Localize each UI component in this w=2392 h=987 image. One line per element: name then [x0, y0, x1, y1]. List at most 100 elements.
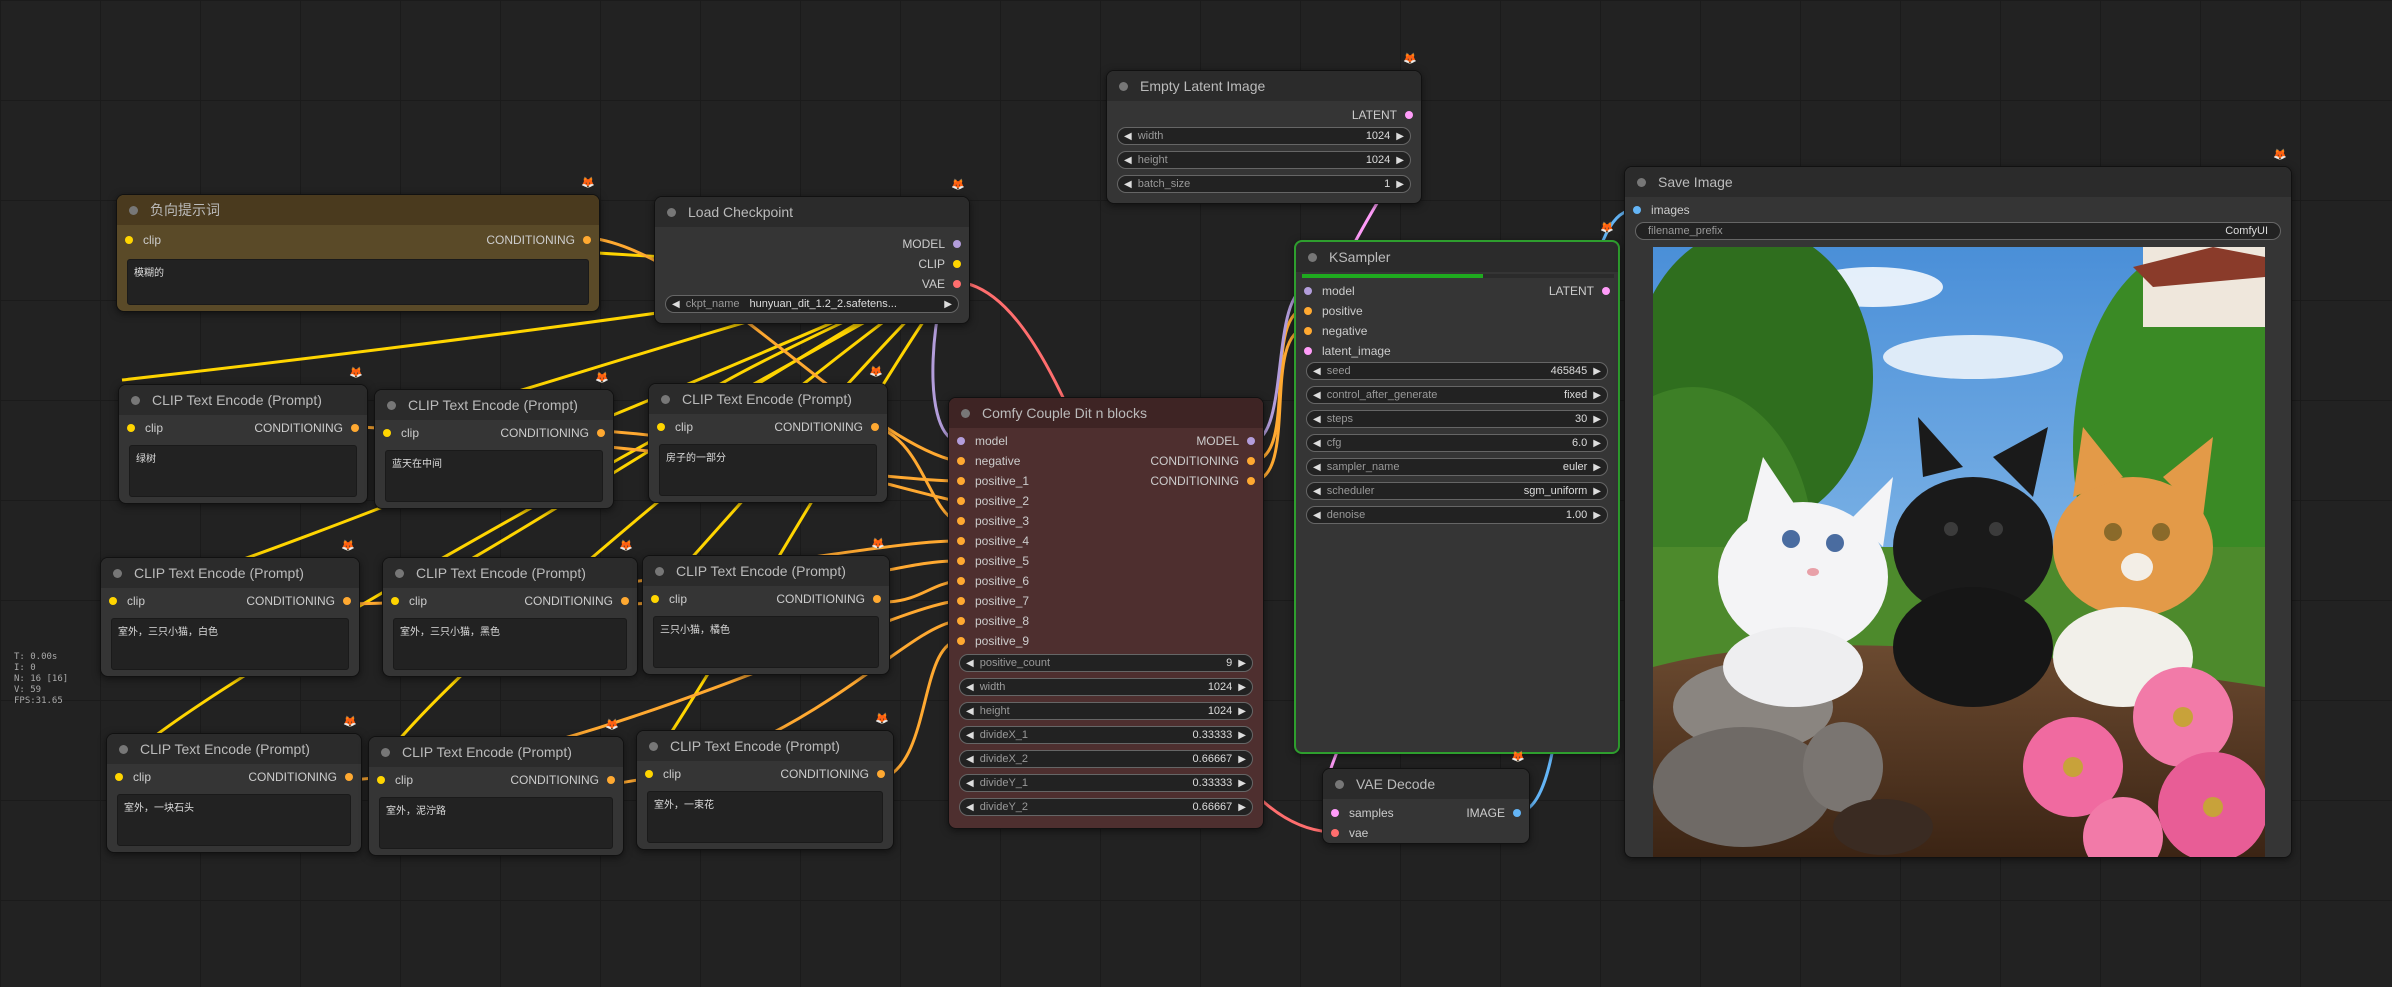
- clip-text-encode-node[interactable]: 🦊 CLIP Text Encode (Prompt) clip CONDITIONI…: [106, 716, 362, 853]
- conditioning-pin-icon[interactable]: [957, 637, 965, 645]
- node-header[interactable]: CLIP Text Encode (Prompt): [119, 385, 367, 415]
- arrow-right-icon[interactable]: ▶: [1238, 778, 1246, 789]
- latent-pin-icon[interactable]: [1602, 287, 1610, 295]
- arrow-left-icon[interactable]: ◀: [966, 730, 974, 741]
- conditioning-pin-icon[interactable]: [957, 557, 965, 565]
- output-model[interactable]: MODEL: [1196, 432, 1255, 450]
- conditioning-pin-icon[interactable]: [871, 423, 879, 431]
- clip-pin-icon[interactable]: [953, 260, 961, 268]
- arrow-right-icon[interactable]: ▶: [1396, 155, 1404, 166]
- collapse-dot-icon[interactable]: [1119, 81, 1128, 91]
- collapse-dot-icon[interactable]: [1637, 177, 1646, 187]
- arrow-left-icon[interactable]: ◀: [1313, 438, 1321, 449]
- save-image-node[interactable]: 🦊 Save Image images filename_prefix Comf…: [1624, 149, 2292, 858]
- arrow-left-icon[interactable]: ◀: [1124, 179, 1132, 190]
- clip-text-encode-node[interactable]: 🦊 CLIP Text Encode (Prompt) clip CONDITIONI…: [100, 540, 360, 677]
- input-positive-4[interactable]: positive_4: [957, 532, 1029, 550]
- input-pin-icon[interactable]: [1304, 327, 1312, 335]
- comfy-couple-node[interactable]: Comfy Couple Dit n blocks model negative p…: [948, 397, 1264, 829]
- input-model[interactable]: model: [957, 432, 1008, 450]
- arrow-left-icon[interactable]: ◀: [966, 682, 974, 693]
- clip-pin-icon[interactable]: [657, 423, 665, 431]
- filename-prefix-widget[interactable]: filename_prefix ComfyUI: [1635, 222, 2281, 240]
- node-header[interactable]: Empty Latent Image: [1107, 71, 1421, 101]
- arrow-right-icon[interactable]: ▶: [1238, 802, 1246, 813]
- output-image-preview[interactable]: [1653, 247, 2265, 857]
- conditioning-pin-icon[interactable]: [957, 517, 965, 525]
- divideX-2-widget[interactable]: ◀ divideX_2 0.66667 ▶: [959, 750, 1253, 768]
- output-conditioning[interactable]: CONDITIONING: [246, 592, 351, 610]
- collapse-dot-icon[interactable]: [129, 205, 138, 215]
- output-image[interactable]: IMAGE: [1466, 804, 1521, 822]
- conditioning-pin-icon[interactable]: [957, 617, 965, 625]
- input-positive[interactable]: positive: [1304, 302, 1363, 320]
- conditioning-pin-icon[interactable]: [957, 537, 965, 545]
- node-header[interactable]: CLIP Text Encode (Prompt): [369, 737, 623, 767]
- input-clip[interactable]: clip: [383, 424, 419, 442]
- input-positive-2[interactable]: positive_2: [957, 492, 1029, 510]
- conditioning-pin-icon[interactable]: [873, 595, 881, 603]
- height-widget[interactable]: ◀ height 1024 ▶: [1117, 151, 1411, 169]
- collapse-dot-icon[interactable]: [655, 566, 664, 576]
- input-negative[interactable]: negative: [1304, 322, 1367, 340]
- arrow-right-icon[interactable]: ▶: [1593, 366, 1601, 377]
- arrow-right-icon[interactable]: ▶: [1396, 131, 1404, 142]
- width-widget[interactable]: ◀ width 1024 ▶: [959, 678, 1253, 696]
- input-clip[interactable]: clip: [109, 592, 145, 610]
- output-conditioning[interactable]: CONDITIONING: [510, 771, 615, 789]
- arrow-left-icon[interactable]: ◀: [1313, 486, 1321, 497]
- node-header[interactable]: CLIP Text Encode (Prompt): [643, 556, 889, 586]
- conditioning-pin-icon[interactable]: [957, 597, 965, 605]
- prompt-textarea[interactable]: 蓝天在中间: [385, 450, 603, 502]
- clip-pin-icon[interactable]: [645, 770, 653, 778]
- arrow-left-icon[interactable]: ◀: [1313, 366, 1321, 377]
- collapse-dot-icon[interactable]: [961, 408, 970, 418]
- node-header[interactable]: VAE Decode: [1323, 769, 1529, 799]
- collapse-dot-icon[interactable]: [649, 741, 658, 751]
- conditioning-pin-icon[interactable]: [1247, 457, 1255, 465]
- input-positive-3[interactable]: positive_3: [957, 512, 1029, 530]
- arrow-right-icon[interactable]: ▶: [1238, 730, 1246, 741]
- input-positive-9[interactable]: positive_9: [957, 632, 1029, 650]
- output-vae[interactable]: VAE: [922, 275, 961, 293]
- arrow-right-icon[interactable]: ▶: [1593, 462, 1601, 473]
- arrow-right-icon[interactable]: ▶: [1238, 706, 1246, 717]
- clip-pin-icon[interactable]: [125, 236, 133, 244]
- conditioning-pin-icon[interactable]: [957, 497, 965, 505]
- input-clip[interactable]: clip: [377, 771, 413, 789]
- clip-text-encode-node[interactable]: 🦊 CLIP Text Encode (Prompt) clip CONDITIONI…: [382, 540, 638, 677]
- output-clip[interactable]: CLIP: [918, 255, 961, 273]
- collapse-dot-icon[interactable]: [1335, 779, 1344, 789]
- output-conditioning[interactable]: CONDITIONING: [780, 765, 885, 783]
- prompt-textarea[interactable]: 室外，三只小猫，黑色: [393, 618, 627, 670]
- clip-pin-icon[interactable]: [115, 773, 123, 781]
- collapse-dot-icon[interactable]: [395, 568, 404, 578]
- collapse-dot-icon[interactable]: [387, 400, 396, 410]
- prompt-textarea[interactable]: 室外，一束花: [647, 791, 883, 843]
- collapse-dot-icon[interactable]: [119, 744, 128, 754]
- output-conditioning[interactable]: CONDITIONING: [1150, 452, 1255, 470]
- collapse-dot-icon[interactable]: [1308, 252, 1317, 262]
- prompt-textarea[interactable]: 三只小猫，橘色: [653, 616, 879, 668]
- input-negative[interactable]: negative: [957, 452, 1020, 470]
- output-conditioning[interactable]: CONDITIONING: [500, 424, 605, 442]
- clip-pin-icon[interactable]: [127, 424, 135, 432]
- divideY-2-widget[interactable]: ◀ divideY_2 0.66667 ▶: [959, 798, 1253, 816]
- input-positive-5[interactable]: positive_5: [957, 552, 1029, 570]
- conditioning-pin-icon[interactable]: [343, 597, 351, 605]
- output-conditioning[interactable]: CONDITIONING: [1150, 472, 1255, 490]
- image-pin-icon[interactable]: [1513, 809, 1521, 817]
- arrow-right-icon[interactable]: ▶: [1593, 414, 1601, 425]
- steps-widget[interactable]: ◀ steps 30 ▶: [1306, 410, 1608, 428]
- input-positive-8[interactable]: positive_8: [957, 612, 1029, 630]
- clip-text-encode-node[interactable]: 🦊 CLIP Text Encode (Prompt) clip CONDITIONI…: [648, 366, 888, 503]
- input-positive-1[interactable]: positive_1: [957, 472, 1029, 490]
- ckpt-name-combo[interactable]: ◀ ckpt_name hunyuan_dit_1.2_2.safetens..…: [665, 295, 959, 313]
- node-header[interactable]: 负向提示词: [117, 195, 599, 225]
- model-pin-icon[interactable]: [1247, 437, 1255, 445]
- arrow-right-icon[interactable]: ▶: [1396, 179, 1404, 190]
- prompt-textarea[interactable]: 房子的一部分: [659, 444, 877, 496]
- output-conditioning[interactable]: CONDITIONING: [248, 768, 353, 786]
- output-latent[interactable]: LATENT: [1352, 106, 1413, 124]
- input-pin-icon[interactable]: [1304, 287, 1312, 295]
